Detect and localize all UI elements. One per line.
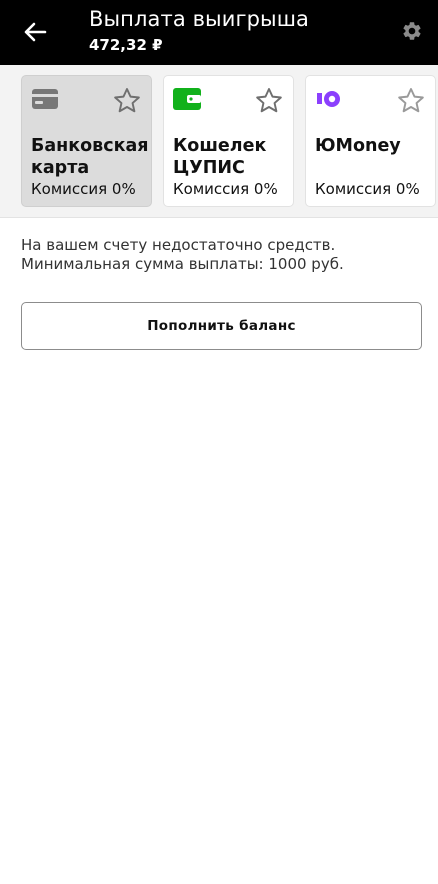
star-outline-icon [256,87,282,112]
balance-amount: 472,32 ₽ [89,36,163,54]
message-line-1: На вашем счету недостаточно средств. [21,236,336,254]
method-icon-container [173,88,201,110]
settings-button[interactable] [400,19,424,43]
bank-card-icon [32,89,58,109]
wallet-icon [173,88,201,110]
method-card-bank-card[interactable]: Банковская карта Комиссия 0% [21,75,152,207]
app-header: Выплата выигрыша 472,32 ₽ [0,0,438,65]
method-icon-container [31,88,59,110]
back-button[interactable] [22,19,48,45]
method-card-yumoney[interactable]: ЮMoney Комиссия 0% [305,75,436,207]
page-title: Выплата выигрыша [89,7,310,31]
payout-methods-list: Банковская карта Комиссия 0% Кошелек ЦУП… [0,65,438,218]
message-line-2: Минимальная сумма выплаты: 1000 руб. [21,254,344,273]
arrow-left-icon [24,22,47,42]
favorite-button[interactable] [395,84,427,116]
method-commission: Комиссия 0% [173,180,278,198]
star-outline-icon [398,87,424,112]
method-icon-container [315,88,343,110]
star-outline-icon [114,87,140,112]
method-card-tsupis-wallet[interactable]: Кошелек ЦУПИС Комиссия 0% [163,75,294,207]
yumoney-logo-icon [317,91,340,107]
method-name: Кошелек ЦУПИС [173,136,267,178]
method-name: Банковская карта [31,136,149,178]
favorite-button[interactable] [111,84,143,116]
favorite-button[interactable] [253,84,285,116]
top-up-balance-button[interactable]: Пополнить баланс [21,302,422,350]
method-name: ЮMoney [315,136,401,156]
gear-icon [403,22,421,40]
insufficient-funds-message: На вашем счету недостаточно средств. Мин… [21,236,421,273]
method-commission: Комиссия 0% [315,180,420,198]
method-commission: Комиссия 0% [31,180,136,198]
